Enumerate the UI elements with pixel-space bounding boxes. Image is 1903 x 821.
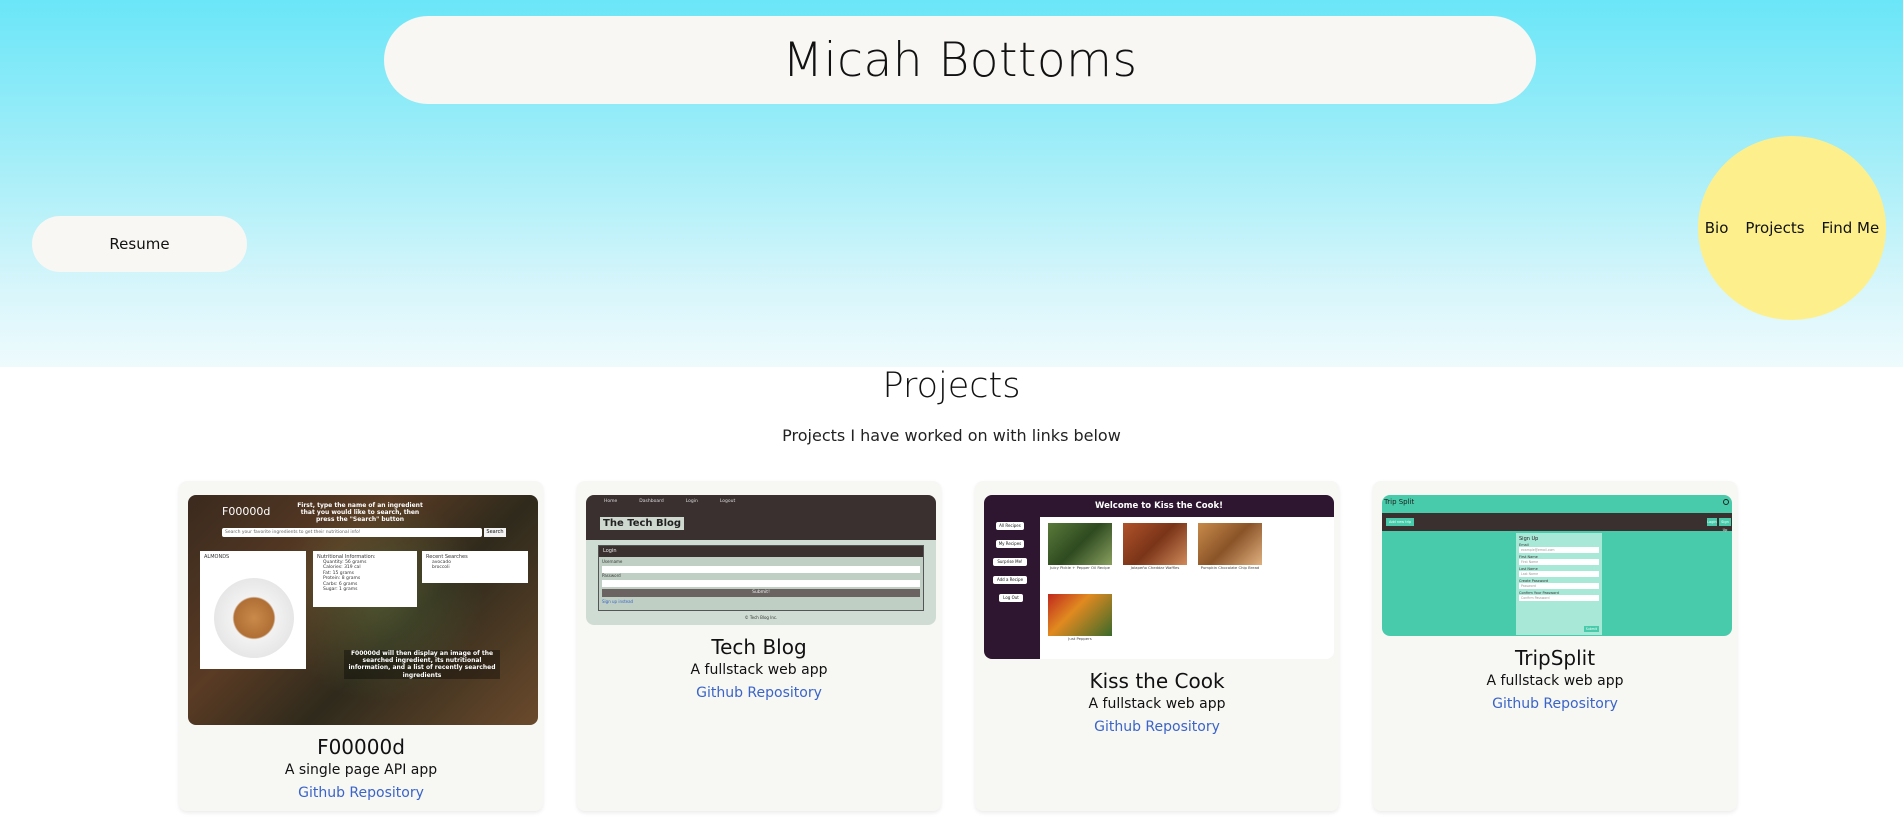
shot-menu-item: My Recipes bbox=[996, 540, 1024, 548]
nav-item-bio[interactable]: Bio bbox=[1705, 219, 1729, 237]
github-link[interactable]: Github Repository bbox=[577, 685, 941, 701]
recipe-image bbox=[1048, 594, 1112, 636]
shot-nav-item: Home bbox=[604, 499, 618, 504]
shot-submit: Submit bbox=[1583, 626, 1599, 632]
shot-recipe-card: Juicy Pickle + Pepper Oil Recipe bbox=[1048, 523, 1112, 581]
shot-caption: F00000d will then display an image of th… bbox=[344, 650, 500, 679]
project-description: A fullstack web app bbox=[690, 662, 828, 678]
project-screenshot[interactable]: Welcome to Kiss the Cook! All Recipes My… bbox=[984, 495, 1334, 659]
shot-nav-item: Dashboard bbox=[639, 499, 664, 504]
shot-ingredient-name: ALMONDS bbox=[204, 554, 230, 560]
project-description: A single page API app bbox=[284, 762, 438, 778]
projects-subtitle: Projects I have worked on with links bel… bbox=[782, 426, 1121, 445]
project-description: A fullstack web app bbox=[1088, 696, 1226, 712]
nav-menu: Bio Projects Find Me bbox=[1698, 136, 1886, 320]
project-card-f00000d: F00000d First, type the name of an ingre… bbox=[179, 481, 543, 811]
resume-button-label: Resume bbox=[109, 235, 170, 253]
shot-navbar: Add new trip Login Sign Up bbox=[1382, 513, 1732, 532]
almonds-bowl-image bbox=[214, 578, 294, 658]
shot-banner: Welcome to Kiss the Cook! bbox=[984, 495, 1334, 517]
shot-signup-button: Sign Up bbox=[1719, 518, 1731, 532]
shot-field-label: Username bbox=[602, 559, 623, 564]
recipe-image bbox=[1123, 523, 1187, 565]
shot-signup-link: Sign up instead bbox=[602, 598, 634, 604]
shot-footer: © Tech Blog Inc. bbox=[744, 615, 778, 620]
shot-menu-item: Add a Recipe bbox=[993, 576, 1027, 584]
shot-menu-item: All Recipes bbox=[996, 522, 1024, 530]
shot-header: Home Dashboard Login Logout The Tech Blo… bbox=[586, 495, 936, 540]
shot-menu-item: Log Out bbox=[999, 594, 1023, 602]
shot-recipe-card: Pumpkin Chocolate Chip Bread bbox=[1198, 523, 1262, 581]
shot-field-input bbox=[602, 565, 920, 573]
github-link[interactable]: Github Repository bbox=[975, 719, 1339, 735]
shot-sidebar: All Recipes My Recipes Surprise Me! Add … bbox=[984, 517, 1040, 659]
shot-brand: F00000d bbox=[222, 505, 271, 518]
project-screenshot[interactable]: F00000d First, type the name of an ingre… bbox=[188, 495, 538, 725]
recipe-image bbox=[1198, 523, 1262, 565]
shot-recipe-card: Jalapeño Cheddar Waffles bbox=[1123, 523, 1187, 581]
shot-form-title: Sign Up bbox=[1519, 536, 1539, 542]
project-card-tripsplit: Trip Split Add new trip Login Sign Up Si… bbox=[1373, 481, 1737, 811]
shot-login-form: Login Username Password Submit! Sign up … bbox=[598, 545, 924, 611]
shot-nutrition-panel: Nutritional Information: Quantity: 56 gr… bbox=[313, 551, 417, 607]
project-title: TripSplit bbox=[1514, 646, 1596, 670]
shot-login-button: Login bbox=[1707, 518, 1717, 526]
shot-field-input: Password bbox=[1519, 583, 1599, 589]
shot-submit: Submit! bbox=[602, 588, 920, 597]
shot-menu-item: Surprise Me! bbox=[993, 558, 1027, 566]
resume-button[interactable]: Resume bbox=[32, 216, 247, 272]
shot-recent-panel: Recent Searches avocado broccoli bbox=[422, 551, 528, 583]
shot-recipe-title: Pumpkin Chocolate Chip Bread bbox=[1200, 565, 1260, 570]
shot-search-button: Search bbox=[484, 528, 506, 537]
shot-ingredient-card: ALMONDS bbox=[200, 551, 306, 669]
shot-brand: The Tech Blog bbox=[600, 517, 685, 530]
shot-form-title: Login bbox=[599, 546, 923, 557]
project-description: A fullstack web app bbox=[1486, 673, 1624, 689]
project-title: F00000d bbox=[317, 735, 405, 759]
shot-recent-item: broccoli bbox=[432, 565, 450, 571]
shot-field-input: Last Name bbox=[1519, 571, 1599, 577]
project-card-tech-blog: Home Dashboard Login Logout The Tech Blo… bbox=[577, 481, 941, 811]
shot-search-input: Search your favorite ingredients to get … bbox=[222, 528, 482, 537]
shot-signup-form: Sign Up Email example@email.com First Na… bbox=[1516, 533, 1602, 635]
shot-field-input: example@email.com bbox=[1519, 547, 1599, 553]
hero-banner: Micah Bottoms Resume Bio Projects Find M… bbox=[0, 0, 1903, 367]
site-title: Micah Bottoms bbox=[384, 16, 1536, 104]
shot-recipe-title: Juicy Pickle + Pepper Oil Recipe bbox=[1049, 565, 1111, 570]
project-screenshot[interactable]: Home Dashboard Login Logout The Tech Blo… bbox=[586, 495, 936, 625]
shot-top-button: Add new trip bbox=[1386, 518, 1415, 526]
shot-brand: Trip Split bbox=[1384, 498, 1415, 506]
shot-field-input: Confirm Password bbox=[1519, 595, 1599, 601]
shot-nav-item: Login bbox=[685, 499, 698, 504]
project-title: Kiss the Cook bbox=[1089, 669, 1225, 693]
shot-recipe-title: Just Peppers bbox=[1068, 636, 1092, 641]
shot-field-input bbox=[602, 579, 920, 587]
projects-heading: Projects bbox=[882, 366, 1021, 406]
shot-recipe-title: Jalapeño Cheddar Waffles bbox=[1130, 565, 1180, 570]
shot-recipe-card: Just Peppers bbox=[1048, 594, 1112, 652]
github-link[interactable]: Github Repository bbox=[1373, 696, 1737, 712]
shot-field-label: Password bbox=[602, 572, 621, 578]
recipe-image bbox=[1048, 523, 1112, 565]
shot-nav: Home Dashboard Login Logout bbox=[604, 499, 735, 504]
project-card-kiss-the-cook: Welcome to Kiss the Cook! All Recipes My… bbox=[975, 481, 1339, 811]
github-link[interactable]: Github Repository bbox=[179, 785, 543, 801]
shot-toggle-icon bbox=[1723, 499, 1729, 505]
project-screenshot[interactable]: Trip Split Add new trip Login Sign Up Si… bbox=[1382, 495, 1732, 636]
project-title: Tech Blog bbox=[711, 635, 807, 659]
shot-instruction: First, type the name of an ingredient th… bbox=[297, 502, 423, 524]
shot-nutrition-item: Sugar: 1 grams bbox=[323, 586, 358, 592]
nav-item-find-me[interactable]: Find Me bbox=[1822, 219, 1880, 237]
shot-field-input: First Name bbox=[1519, 559, 1599, 565]
shot-nav-item: Logout bbox=[719, 499, 736, 504]
site-title-text: Micah Bottoms bbox=[782, 32, 1138, 88]
nav-item-projects[interactable]: Projects bbox=[1745, 219, 1804, 237]
